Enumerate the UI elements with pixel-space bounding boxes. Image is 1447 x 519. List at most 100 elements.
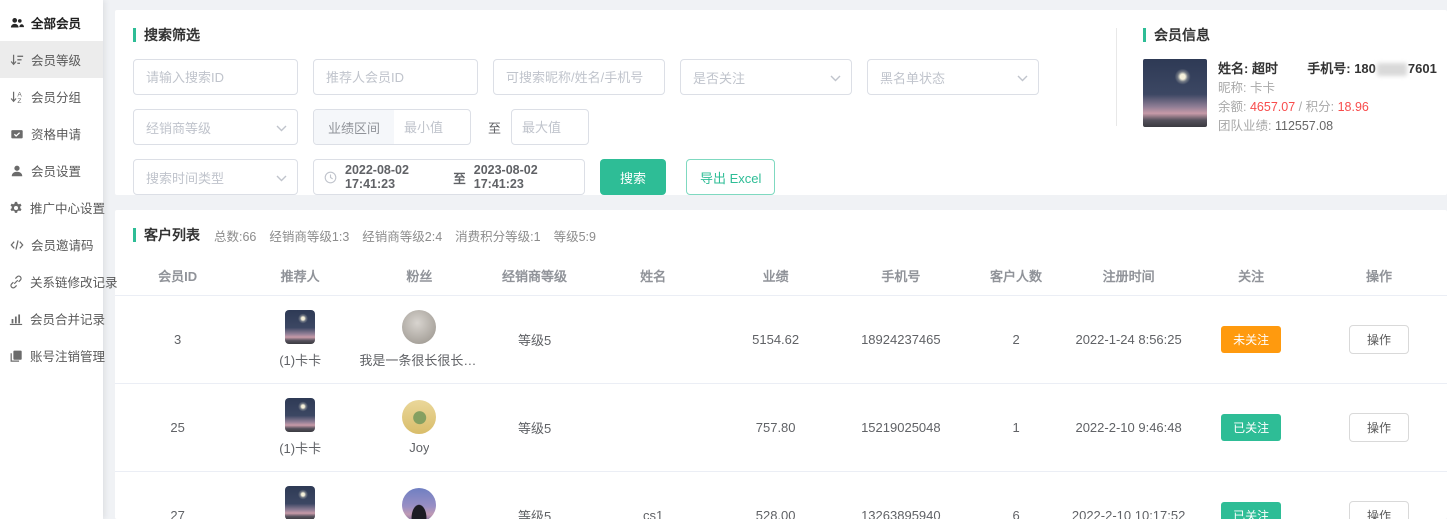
- col-action: 操作: [1311, 266, 1447, 285]
- follow-status-badge: 已关注: [1221, 414, 1281, 441]
- col-fan: 粉丝: [360, 266, 479, 285]
- member-avatar: [1143, 59, 1207, 127]
- cell-fan: Lazy Cat: [360, 488, 479, 519]
- fan-avatar: [402, 400, 436, 434]
- range-to-label: 至: [488, 118, 501, 137]
- sort-level-icon: [9, 52, 24, 67]
- title-accent-bar: [133, 228, 136, 242]
- sidebar-item-label: 推广中心设置: [30, 198, 105, 217]
- row-action-button[interactable]: 操作: [1349, 501, 1409, 519]
- balance-value: 4657.07: [1250, 100, 1295, 114]
- referrer-avatar: [285, 310, 315, 344]
- nickname-label: 昵称:: [1218, 81, 1246, 95]
- cell-member-id: 3: [115, 332, 240, 347]
- sidebar-item-label: 会员合并记录: [30, 309, 105, 328]
- col-referrer: 推荐人: [240, 266, 360, 285]
- row-action-button[interactable]: 操作: [1349, 413, 1409, 442]
- sidebar-item-merge-log[interactable]: 会员合并记录: [0, 300, 103, 337]
- performance-max-group: [511, 109, 589, 145]
- performance-max-input[interactable]: [512, 120, 588, 135]
- col-performance: 业绩: [716, 266, 836, 285]
- blacklist-status-select[interactable]: 黑名单状态: [867, 59, 1039, 95]
- chevron-down-icon: [1017, 70, 1028, 85]
- customer-list-title-text: 客户列表: [144, 225, 200, 245]
- stat-level5: 等级5:9: [554, 226, 596, 245]
- table-header: 会员ID 推荐人 粉丝 经销商等级 姓名 业绩 手机号 客户人数 注册时间 关注…: [115, 255, 1447, 295]
- date-to-label: 至: [453, 168, 466, 187]
- referrer-id-input[interactable]: [313, 59, 478, 95]
- sidebar-item-promotion-settings[interactable]: 推广中心设置: [0, 189, 103, 226]
- dealer-level-placeholder: 经销商等级: [146, 118, 211, 137]
- export-excel-button[interactable]: 导出 Excel: [686, 159, 775, 195]
- cell-referrer: (1)卡卡: [240, 310, 360, 369]
- performance-range-label: 业绩区间: [314, 110, 394, 144]
- member-info-title: 会员信息: [1143, 25, 1431, 45]
- sidebar-item-label: 全部会员: [31, 13, 81, 32]
- balance-label: 余额:: [1218, 100, 1246, 114]
- cell-member-id: 25: [115, 420, 240, 435]
- cell-performance: 757.80: [716, 420, 836, 435]
- customer-list-title: 客户列表: [133, 225, 200, 245]
- follow-status-placeholder: 是否关注: [693, 68, 745, 87]
- points-label: 积分:: [1306, 100, 1334, 114]
- date-range-picker[interactable]: 2022-08-02 17:41:23 至 2023-08-02 17:41:2…: [313, 159, 585, 195]
- sidebar-item-label: 资格申请: [31, 124, 81, 143]
- main-content: 搜索筛选 是否关注 黑名单状态 经销商等级: [103, 0, 1447, 519]
- search-button[interactable]: 搜索: [600, 159, 666, 195]
- member-name-phone-line: 姓名: 超时 手机号: 1807601: [1218, 59, 1437, 78]
- stat-total: 总数:66: [214, 226, 256, 245]
- date-start: 2022-08-02 17:41:23: [345, 163, 445, 191]
- keyword-input[interactable]: [493, 59, 665, 95]
- filter-title-text: 搜索筛选: [144, 25, 200, 45]
- performance-min-input[interactable]: [394, 120, 470, 135]
- sidebar: 全部会员 会员等级 AZ 会员分组 资格申请 会员设置 推广中心设置 会员邀请: [0, 0, 103, 519]
- referrer-avatar: [285, 486, 315, 519]
- phone-masked-area: [1377, 63, 1407, 76]
- col-register-time: 注册时间: [1066, 266, 1191, 285]
- cell-dealer-level: 等级5: [479, 506, 591, 519]
- follow-status-select[interactable]: 是否关注: [680, 59, 852, 95]
- sidebar-item-relation-log[interactable]: 关系链修改记录: [0, 263, 103, 300]
- svg-text:Z: Z: [17, 98, 21, 104]
- nickname-value: 卡卡: [1250, 81, 1275, 95]
- cell-name: cs1: [591, 508, 716, 519]
- sidebar-item-label: 会员等级: [31, 50, 81, 69]
- table-row: 3 (1)卡卡 我是一条很长很长很... 等级5 5154.62 1892423…: [115, 295, 1447, 383]
- name-value: 超时: [1252, 61, 1278, 76]
- col-phone: 手机号: [836, 266, 967, 285]
- sidebar-item-all-members[interactable]: 全部会员: [0, 4, 103, 41]
- fan-name: 我是一条很长很长很...: [359, 350, 479, 369]
- sidebar-item-member-settings[interactable]: 会员设置: [0, 152, 103, 189]
- cell-phone: 18924237465: [836, 332, 967, 347]
- col-customer-count: 客户人数: [966, 266, 1066, 285]
- sidebar-item-member-level[interactable]: 会员等级: [0, 41, 103, 78]
- stat-dealer-level2: 经销商等级2:4: [362, 226, 442, 245]
- customer-list-stats: 总数:66 经销商等级1:3 经销商等级2:4 消费积分等级:1 等级5:9: [214, 226, 596, 245]
- row-action-button[interactable]: 操作: [1349, 325, 1409, 354]
- cell-customer-count: 1: [966, 420, 1066, 435]
- cell-member-id: 27: [115, 508, 240, 519]
- file-copy-icon: [9, 348, 23, 363]
- dealer-level-select[interactable]: 经销商等级: [133, 109, 298, 145]
- member-info-panel: 会员信息 姓名: 超时 手机号: 1807601 昵称: 卡卡: [1117, 10, 1447, 195]
- chevron-down-icon: [830, 70, 841, 85]
- sidebar-item-qualification[interactable]: 资格申请: [0, 115, 103, 152]
- fan-avatar: [402, 310, 436, 344]
- link-icon: [9, 274, 23, 289]
- referrer-avatar: [285, 398, 315, 432]
- time-type-select[interactable]: 搜索时间类型: [133, 159, 298, 195]
- sidebar-item-invite-code[interactable]: 会员邀请码: [0, 226, 103, 263]
- sidebar-item-account-cancel[interactable]: 账号注销管理: [0, 337, 103, 374]
- points-value: 18.96: [1338, 100, 1369, 114]
- sidebar-item-member-group[interactable]: AZ 会员分组: [0, 78, 103, 115]
- cell-dealer-level: 等级5: [479, 330, 591, 349]
- performance-range-group: 业绩区间: [313, 109, 471, 145]
- sort-alpha-icon: AZ: [9, 89, 24, 104]
- follow-status-badge: 未关注: [1221, 326, 1281, 353]
- users-icon: [9, 15, 24, 30]
- col-member-id: 会员ID: [115, 266, 240, 285]
- customer-list-card: 客户列表 总数:66 经销商等级1:3 经销商等级2:4 消费积分等级:1 等级…: [115, 210, 1447, 519]
- cell-register-time: 2022-2-10 9:46:48: [1066, 420, 1191, 435]
- search-id-input[interactable]: [133, 59, 298, 95]
- filter-title: 搜索筛选: [133, 25, 1098, 45]
